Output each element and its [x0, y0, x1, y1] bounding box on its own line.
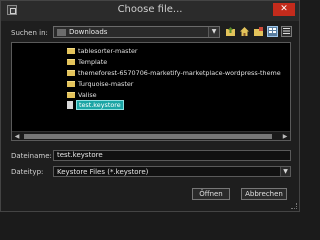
file-list[interactable]: tablesorter-master Template themeforest-…: [11, 42, 291, 141]
list-item-selected[interactable]: test.keystore: [67, 100, 124, 110]
list-view-icon[interactable]: [267, 26, 278, 37]
cancel-button[interactable]: Abbrechen: [241, 188, 287, 200]
list-item[interactable]: themeforest-6570706-marketify-marketplac…: [67, 68, 281, 78]
filetype-dropdown[interactable]: Keystore Files (*.keystore) ▼: [53, 166, 291, 177]
list-item[interactable]: Turquoise-master: [67, 79, 133, 89]
look-in-label: Suchen in:: [11, 29, 48, 37]
close-button[interactable]: ✕: [273, 3, 295, 16]
chevron-down-icon[interactable]: ▼: [208, 27, 219, 37]
close-icon: ✕: [280, 4, 288, 14]
list-item[interactable]: Template: [67, 57, 107, 67]
folder-icon: [67, 59, 75, 65]
look-in-dropdown[interactable]: Downloads ▼: [53, 26, 220, 38]
scrollbar-thumb[interactable]: [24, 134, 272, 139]
list-item[interactable]: tablesorter-master: [67, 46, 138, 56]
filetype-label: Dateityp:: [11, 168, 44, 176]
horizontal-scrollbar[interactable]: ◀ ▶: [12, 131, 290, 140]
filename-field[interactable]: test.keystore: [53, 150, 291, 161]
folder-up-icon[interactable]: [225, 26, 236, 37]
file-icon: [67, 101, 73, 109]
folder-icon: [67, 70, 75, 76]
open-button[interactable]: Öffnen: [192, 188, 230, 200]
details-view-icon[interactable]: [281, 26, 292, 37]
look-in-value: Downloads: [69, 28, 108, 36]
folder-icon: [67, 48, 75, 54]
new-folder-icon[interactable]: [253, 26, 264, 37]
chevron-down-icon[interactable]: ▼: [280, 167, 290, 176]
file-chooser-dialog: Choose file... ✕ Suchen in: Downloads ▼ …: [0, 0, 300, 212]
home-icon[interactable]: [239, 26, 250, 37]
title-bar[interactable]: Choose file... ✕: [1, 1, 299, 21]
list-item[interactable]: Valise: [67, 90, 97, 100]
folder-icon: [67, 92, 75, 98]
dialog-title: Choose file...: [117, 4, 183, 15]
folder-icon: [67, 81, 75, 87]
filetype-value: Keystore Files (*.keystore): [57, 168, 149, 176]
scroll-right-icon[interactable]: ▶: [281, 133, 289, 140]
filename-label: Dateiname:: [11, 152, 52, 160]
resize-grip[interactable]: [291, 203, 297, 209]
folder-icon: [57, 29, 66, 36]
scroll-left-icon[interactable]: ◀: [13, 133, 21, 140]
